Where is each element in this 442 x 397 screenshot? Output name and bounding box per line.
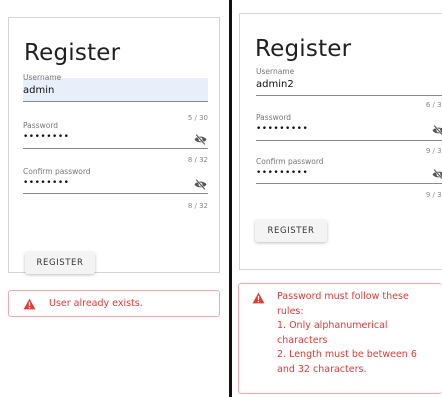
- eye-off-icon[interactable]: [432, 125, 442, 136]
- confirm-password-underline: [23, 193, 208, 194]
- warning-icon: [23, 298, 36, 310]
- page-title: Register: [24, 40, 121, 66]
- warning-icon: [252, 292, 265, 304]
- password-underline: [23, 148, 208, 149]
- username-input[interactable]: admin2: [256, 79, 294, 90]
- register-card: Register Username admin 5 / 30 Password …: [8, 17, 220, 274]
- error-line: characters: [277, 334, 328, 346]
- page-title: Register: [255, 36, 352, 62]
- error-line: 2. Length must be between 6: [277, 349, 417, 360]
- password-counter: 9 / 32: [425, 147, 442, 155]
- register-button[interactable]: REGISTER: [25, 252, 95, 274]
- username-underline: [256, 95, 442, 96]
- eye-off-icon[interactable]: [432, 169, 442, 180]
- confirm-password-input[interactable]: ••••••••: [23, 178, 69, 188]
- error-message: Password must follow these rules: 1. Onl…: [277, 290, 439, 377]
- register-button[interactable]: REGISTER: [255, 220, 327, 242]
- eye-off-icon[interactable]: [194, 179, 207, 190]
- username-label: Username: [256, 67, 295, 76]
- error-line: and 32 characters.: [277, 363, 367, 375]
- error-line: 1. Only alphanumerical: [277, 320, 388, 331]
- error-message: User already exists.: [49, 298, 143, 309]
- username-counter: 6 / 30: [425, 101, 442, 109]
- confirm-password-counter: 9 / 32: [425, 191, 442, 199]
- right-register-panel: Register Username admin2 6 / 30 Password…: [234, 0, 442, 397]
- error-alert: Password must follow these rules: 1. Onl…: [238, 283, 442, 394]
- username-underline: [23, 101, 208, 102]
- username-label: Username: [23, 73, 62, 82]
- password-label: Password: [23, 121, 59, 130]
- confirm-password-label: Confirm password: [23, 167, 91, 176]
- confirm-password-field[interactable]: Confirm password ••••••••• 9 / 32: [256, 157, 442, 199]
- password-counter: 8 / 32: [187, 156, 208, 164]
- password-field[interactable]: Password ••••••••• 9 / 32: [256, 113, 442, 155]
- username-field[interactable]: Username admin2 6 / 30: [256, 67, 442, 113]
- confirm-password-underline: [256, 183, 442, 184]
- panel-divider: [229, 0, 232, 397]
- error-line: rules:: [277, 305, 304, 317]
- confirm-password-input[interactable]: •••••••••: [256, 168, 308, 178]
- confirm-password-label: Confirm password: [256, 157, 324, 166]
- password-label: Password: [256, 113, 292, 122]
- register-card: Register Username admin2 6 / 30 Password…: [239, 13, 442, 270]
- password-input[interactable]: •••••••••: [256, 124, 308, 134]
- error-line: Password must follow these: [277, 291, 409, 302]
- username-field[interactable]: Username admin 5 / 30: [23, 73, 208, 122]
- left-register-panel: Register Username admin 5 / 30 Password …: [0, 0, 229, 397]
- confirm-password-counter: 8 / 32: [187, 202, 208, 210]
- username-input[interactable]: admin: [23, 85, 54, 96]
- password-field[interactable]: Password •••••••• 8 / 32: [23, 121, 208, 164]
- confirm-password-field[interactable]: Confirm password •••••••• 8 / 32: [23, 167, 208, 210]
- password-input[interactable]: ••••••••: [23, 132, 69, 142]
- error-alert: User already exists.: [8, 290, 220, 317]
- eye-off-icon[interactable]: [194, 134, 207, 145]
- password-underline: [256, 140, 442, 141]
